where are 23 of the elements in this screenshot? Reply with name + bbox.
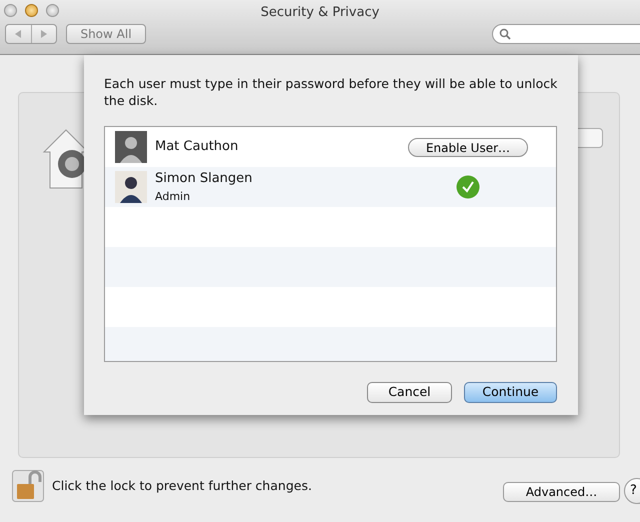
avatar-icon bbox=[115, 131, 147, 163]
enable-user-button[interactable]: Enable User… bbox=[408, 138, 528, 156]
search-field[interactable] bbox=[492, 24, 640, 44]
unlocked-lock-icon[interactable] bbox=[12, 470, 44, 502]
user-name: Mat Cauthon bbox=[155, 138, 238, 156]
sheet-message: Each user must type in their password before they will be able to unlock the disk. bbox=[104, 75, 558, 109]
forward-icon bbox=[40, 29, 48, 39]
lock-status-text: Click the lock to prevent further changes. bbox=[52, 476, 312, 495]
back-forward-buttons[interactable] bbox=[5, 24, 57, 44]
search-icon bbox=[499, 28, 511, 40]
user-name: Simon Slangen bbox=[155, 170, 252, 188]
avatar-icon bbox=[115, 171, 147, 203]
show-all-button[interactable]: Show All bbox=[66, 24, 146, 44]
dialog-button[interactable]: Continue bbox=[464, 382, 557, 403]
help-button[interactable]: ? bbox=[624, 478, 640, 504]
back-icon bbox=[14, 29, 22, 39]
advanced-button[interactable]: Advanced… bbox=[503, 482, 620, 502]
zoom-button[interactable] bbox=[46, 4, 59, 17]
window-title: Security & Privacy bbox=[260, 4, 380, 22]
minimize-button[interactable] bbox=[25, 4, 38, 17]
user-role: Admin bbox=[155, 188, 192, 204]
dialog-button[interactable]: Cancel bbox=[367, 382, 452, 403]
close-button[interactable] bbox=[4, 4, 17, 17]
